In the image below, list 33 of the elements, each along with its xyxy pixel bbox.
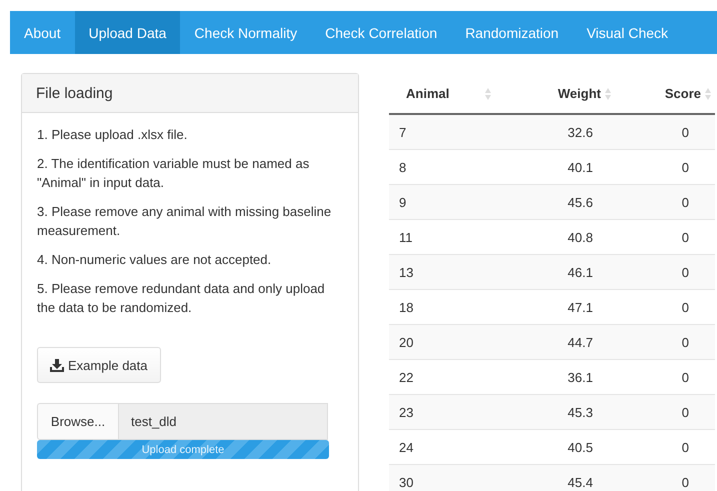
table-cell: 0	[638, 254, 715, 290]
download-icon	[50, 358, 64, 372]
table-cell: 7	[389, 114, 517, 150]
sort-icon	[485, 88, 492, 100]
instruction-text: 3. Please remove any animal with missing baseline measurement.	[37, 203, 332, 240]
instruction-text: 5. Please remove redundant data and only upload the data to be randomized.	[37, 280, 326, 317]
progress-label: Upload complete	[140, 442, 226, 458]
instruction-text: 4. Non-numeric values are not accepted.	[37, 251, 272, 269]
file-name-field[interactable]: test_dld	[118, 403, 328, 440]
table-cell: 44.7	[517, 324, 639, 360]
table-cell: 13	[389, 254, 517, 290]
table-cell: 0	[638, 394, 715, 430]
table-cell: 45.6	[517, 184, 639, 220]
table-cell: 0	[638, 324, 715, 360]
nav-tab[interactable]: Upload Data	[74, 11, 180, 54]
table-cell: 30	[389, 464, 517, 491]
table-cell: 9	[389, 184, 517, 220]
table-cell: 0	[638, 114, 715, 150]
table-cell: 45.3	[517, 394, 639, 430]
table-cell: 32.6	[517, 114, 639, 150]
table-cell: 0	[638, 464, 715, 491]
browse-button[interactable]: Browse...	[37, 403, 118, 440]
table-cell: 0	[638, 184, 715, 220]
sort-icon	[705, 88, 711, 100]
table-cell: 20	[389, 324, 517, 360]
sort-icon	[604, 88, 611, 100]
panel-title: File loading	[22, 74, 358, 113]
table-cell: 46.1	[517, 254, 639, 290]
instruction-text: 2. The identification variable must be named as "Animal" in input data.	[37, 155, 310, 192]
table-cell: 45.4	[517, 464, 639, 491]
example-data-button[interactable]: Example data	[37, 347, 160, 383]
instruction-text: 1. Please upload .xlsx file.	[37, 126, 188, 144]
table-cell: 23	[389, 394, 517, 430]
